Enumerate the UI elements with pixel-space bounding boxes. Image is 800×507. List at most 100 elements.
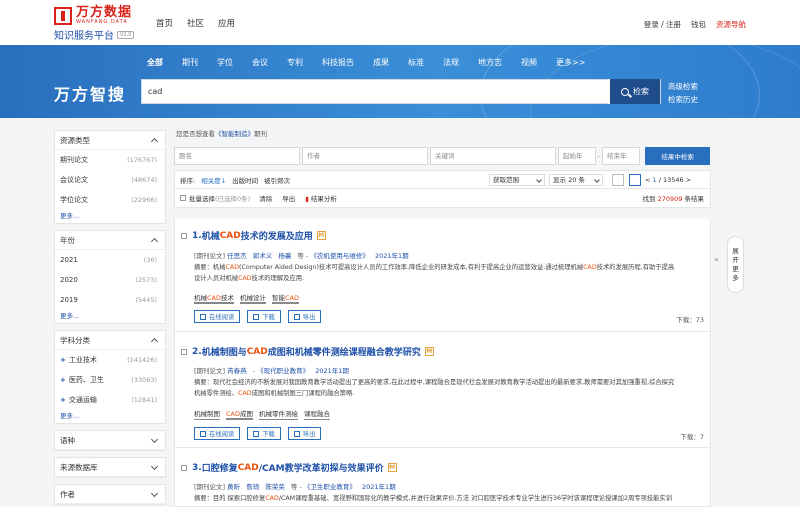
- author-link[interactable]: 芮春燕: [227, 367, 247, 375]
- tab-patents[interactable]: 专利: [287, 57, 303, 68]
- facet-header[interactable]: 年份: [55, 231, 165, 250]
- advanced-search-link[interactable]: 高级检索: [668, 80, 698, 93]
- export-citation-button[interactable]: 导出: [287, 427, 322, 440]
- facet-resource-type: 资源类型 期刊论文 (176767) 会议论文 (48674) 学位论文 (22966…: [54, 130, 166, 224]
- result-checkbox[interactable]: [181, 348, 187, 355]
- tab-tech-reports[interactable]: 科技报告: [322, 57, 354, 68]
- sort-relevance[interactable]: 相关度↓: [201, 175, 226, 185]
- issue-link[interactable]: 2021年1期: [315, 367, 349, 375]
- result-analysis-button[interactable]: ▮ 结果分析: [305, 193, 337, 203]
- result-title[interactable]: 1. 机械 CAD 技术的发展及应用 M: [181, 229, 326, 242]
- select-all-checkbox[interactable]: [180, 195, 186, 201]
- next-page-button[interactable]: >: [686, 176, 691, 184]
- journal-link[interactable]: 《现代职业教育》: [257, 367, 309, 375]
- sort-date[interactable]: 出版时间: [232, 175, 258, 185]
- resource-nav-link[interactable]: 资源导航: [716, 19, 746, 30]
- journal-link[interactable]: 《农机使用与维修》: [310, 252, 369, 260]
- search-within-results-button[interactable]: 结果中检索: [645, 147, 711, 165]
- author-link[interactable]: 陈荣荣: [265, 483, 285, 491]
- facet-more-link[interactable]: 更多...: [55, 410, 165, 423]
- page-size-select[interactable]: 显示 20 条: [549, 174, 603, 186]
- keyword-link[interactable]: 智能CAD: [272, 294, 299, 304]
- facet-item[interactable]: + 医药、卫生 (33063): [55, 370, 165, 390]
- login-register-link[interactable]: 登录 / 注册: [644, 19, 681, 30]
- tab-standards[interactable]: 标准: [408, 57, 424, 68]
- expand-more-tab[interactable]: 展 开 更 多: [727, 236, 744, 293]
- author-link[interactable]: 杨襄: [278, 252, 291, 260]
- tab-more[interactable]: 更多>>: [556, 57, 585, 68]
- start-year-input[interactable]: 起始年: [558, 147, 596, 165]
- author-link[interactable]: 詹琦: [246, 483, 259, 491]
- issue-link[interactable]: 2021年1期: [375, 252, 409, 260]
- tab-degrees[interactable]: 学位: [217, 57, 233, 68]
- author-filter-input[interactable]: 作者: [302, 147, 428, 165]
- keyword-link[interactable]: CAD成图: [226, 410, 253, 420]
- author-link[interactable]: 郭术义: [253, 252, 273, 260]
- tab-journals[interactable]: 期刊: [182, 57, 198, 68]
- tab-conferences[interactable]: 会议: [252, 57, 268, 68]
- keyword-link[interactable]: 机械零件测绘: [259, 410, 298, 420]
- search-button[interactable]: 检索: [608, 79, 660, 104]
- keyword-link[interactable]: 课程融合: [304, 410, 330, 420]
- facet-item[interactable]: + 交通运输 (12841): [55, 390, 165, 410]
- keyword-link[interactable]: 机械设计: [240, 294, 266, 304]
- facet-header[interactable]: 资源类型: [55, 131, 165, 150]
- clear-button[interactable]: 清除: [259, 193, 272, 203]
- facet-item[interactable]: 会议论文 (48674): [55, 170, 165, 190]
- wallet-link[interactable]: 钱包: [691, 19, 706, 30]
- keyword-filter-input[interactable]: 关键词: [430, 147, 556, 165]
- keyword-link[interactable]: 机械制图: [194, 410, 220, 420]
- author-link[interactable]: 任思杰: [227, 252, 247, 260]
- range-select[interactable]: 获取范围: [489, 174, 545, 186]
- facet-item[interactable]: 学位论文 (22966): [55, 190, 165, 210]
- facet-header[interactable]: 学科分类: [55, 331, 165, 350]
- result-checkbox[interactable]: [181, 232, 187, 239]
- facet-header[interactable]: 作者: [55, 485, 165, 504]
- facet-item[interactable]: 2020 (2573): [55, 270, 165, 290]
- search-history-link[interactable]: 检索历史: [668, 93, 698, 106]
- issue-link[interactable]: 2021年1期: [362, 483, 396, 491]
- journal-link[interactable]: 《卫生职业教育》: [304, 483, 356, 491]
- facet-item[interactable]: 2019 (5445): [55, 290, 165, 310]
- list-view-icon[interactable]: [629, 174, 641, 186]
- tab-local-chronicles[interactable]: 地方志: [478, 57, 502, 68]
- facet-header[interactable]: 语种: [55, 431, 165, 450]
- result-title[interactable]: 2. 机械制图与 CAD 成图和机械零件测绘课程融合教学研究 M: [181, 345, 434, 358]
- sort-citations[interactable]: 被引频次: [264, 175, 290, 185]
- end-year-input[interactable]: 结束年: [602, 147, 641, 165]
- facet-item[interactable]: 2021 (36): [55, 250, 165, 270]
- nav-home[interactable]: 首页: [156, 17, 173, 29]
- export-button[interactable]: 导出: [282, 193, 295, 203]
- prev-page-button[interactable]: <: [645, 176, 650, 184]
- suggestion-hint: 您是否想查看《智能制造》期刊: [176, 130, 267, 138]
- wanfang-logo[interactable]: 万方数据 WANFANG DATA: [54, 6, 132, 25]
- grid-view-icon[interactable]: [612, 174, 624, 186]
- expand-plus-icon[interactable]: +: [60, 356, 66, 364]
- export-citation-button[interactable]: 导出: [287, 310, 322, 323]
- read-online-button[interactable]: 在线阅读: [194, 310, 241, 323]
- facet-more-link[interactable]: 更多...: [55, 210, 165, 223]
- facet-header[interactable]: 来源数据库: [55, 458, 165, 477]
- facet-item[interactable]: 期刊论文 (176767): [55, 150, 165, 170]
- facet-more-link[interactable]: 更多...: [55, 310, 165, 323]
- tab-videos[interactable]: 视频: [521, 57, 537, 68]
- result-checkbox[interactable]: [181, 464, 187, 471]
- facet-item[interactable]: + 工业技术 (141426): [55, 350, 165, 370]
- result-title[interactable]: 3. 口腔修复 CAD/CAM教学改革初探与效果评价 M: [181, 461, 397, 474]
- collapse-left-icon[interactable]: «: [714, 255, 719, 264]
- expand-plus-icon[interactable]: +: [60, 376, 66, 384]
- nav-community[interactable]: 社区: [187, 17, 204, 29]
- expand-plus-icon[interactable]: +: [60, 396, 66, 404]
- suggested-journal-link[interactable]: 《智能制造》: [215, 130, 254, 138]
- author-link[interactable]: 黄昕: [227, 483, 240, 491]
- read-online-button[interactable]: 在线阅读: [194, 427, 241, 440]
- tab-regulations[interactable]: 法规: [443, 57, 459, 68]
- title-filter-input[interactable]: 题名: [174, 147, 300, 165]
- keyword-link[interactable]: 机械CAD技术: [194, 294, 234, 304]
- search-input[interactable]: [142, 80, 602, 103]
- download-button[interactable]: 下载: [247, 427, 281, 440]
- download-button[interactable]: 下载: [247, 310, 281, 323]
- nav-apps[interactable]: 应用: [218, 17, 235, 29]
- tab-all[interactable]: 全部: [147, 57, 163, 68]
- tab-achievements[interactable]: 成果: [373, 57, 389, 68]
